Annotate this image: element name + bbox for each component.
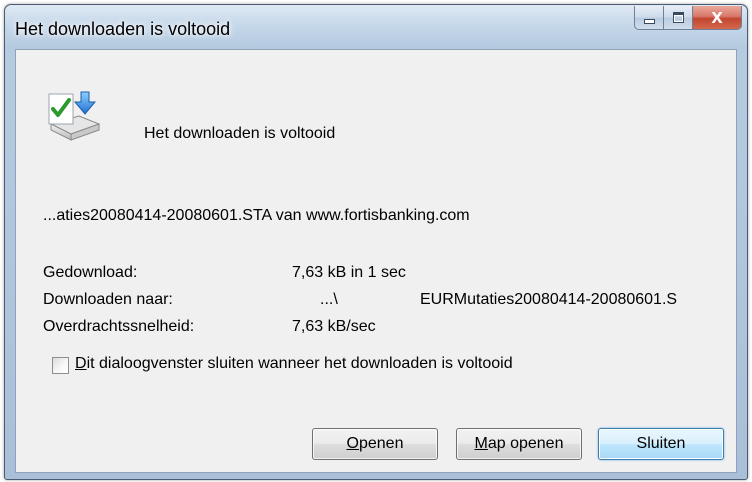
open-button[interactable]: Openen [312,428,438,460]
close-button[interactable]: Sluiten [598,428,724,460]
dialog-body: Het downloaden is voltooid ...aties20080… [15,49,737,473]
source-file: ...aties20080414-20080601.STA van www.fo… [43,207,470,224]
speed-label: Overdrachtssnelheid: [43,318,195,335]
open-folder-label: ap openen [487,435,564,452]
close-window-button[interactable]: X [693,6,742,30]
maximize-icon [672,12,684,23]
open-mnemonic: O [346,435,359,452]
destination-path: ...\ [320,291,338,308]
close-label: Sluiten [636,435,686,452]
destination-filename: EURMutaties20080414-20080601.S [420,291,678,308]
minimize-icon [643,19,655,24]
close-when-done-mnemonic: D [75,355,87,372]
downloaded-value: 7,63 kB in 1 sec [292,264,406,281]
downloaded-label: Gedownload: [43,264,138,281]
destination-label: Downloaden naar: [43,291,173,308]
download-complete-icon [48,91,101,141]
maximize-button[interactable] [664,6,693,30]
close-when-done-label[interactable]: Dit dialoogvenster sluiten wanneer het d… [75,355,513,373]
window-title: Het downloaden is voltooid [15,19,231,39]
speed-value: 7,63 kB/sec [292,318,376,335]
title-bar[interactable]: Het downloaden is voltooid X [5,5,747,49]
minimize-button[interactable] [634,6,664,30]
open-folder-button[interactable]: Map openen [456,428,582,460]
close-icon: X [711,8,723,27]
open-label: penen [358,435,404,452]
caption-buttons: X [634,6,742,30]
open-folder-mnemonic: M [474,435,488,452]
download-complete-dialog: Het downloaden is voltooid X Het downloa… [4,4,748,480]
close-when-done-text: it dialoogvenster sluiten wanneer het do… [86,355,513,372]
completion-message: Het downloaden is voltooid [144,125,336,142]
close-when-done-checkbox[interactable] [52,357,69,374]
